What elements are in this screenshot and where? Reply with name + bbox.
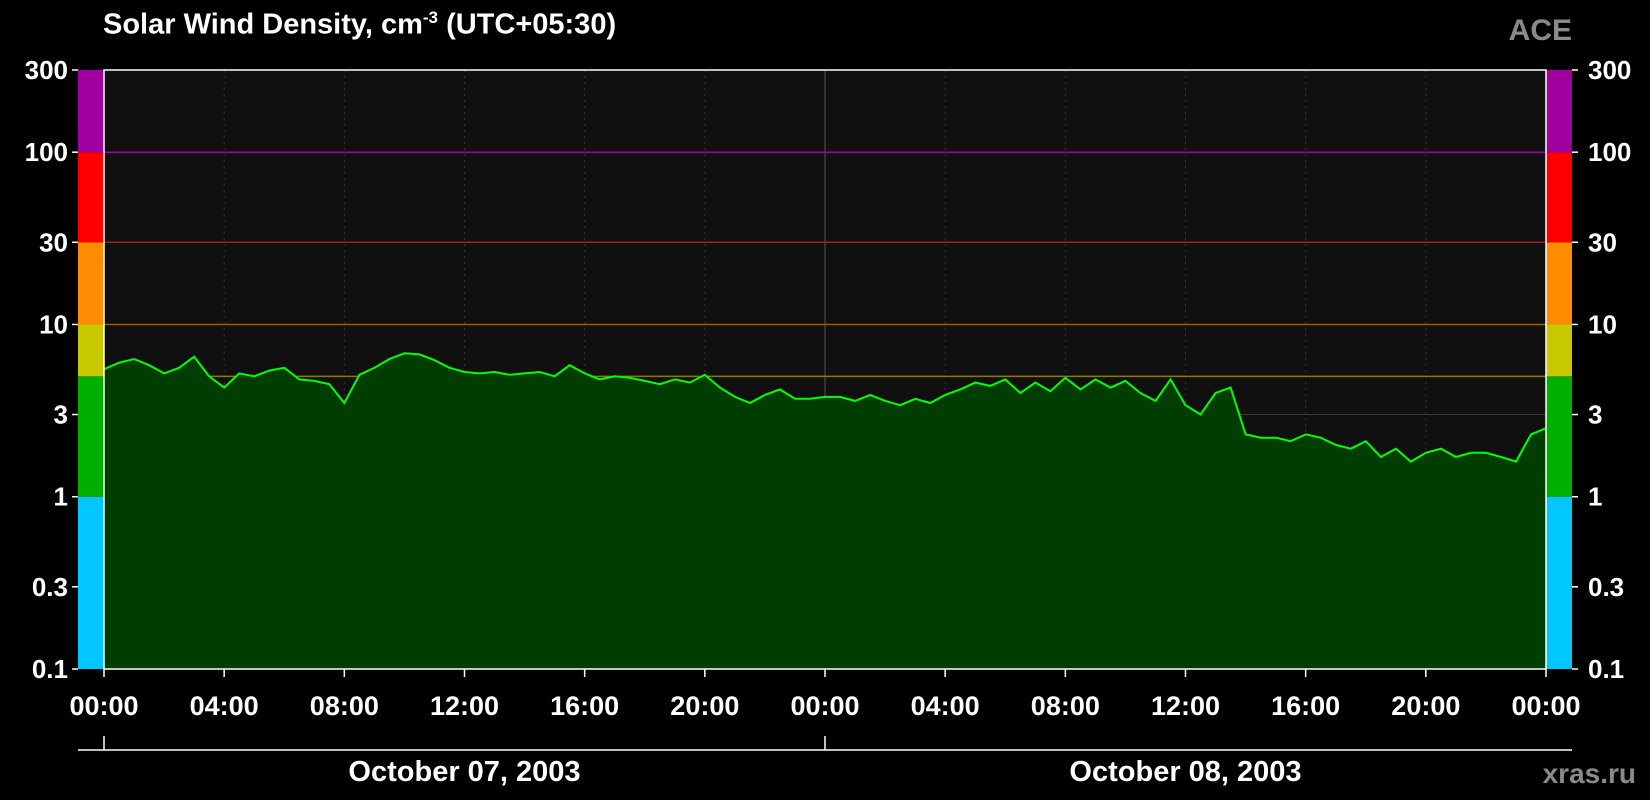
x-tick-label-9: 12:00 (1151, 691, 1220, 721)
x-tick-label-5: 20:00 (670, 691, 739, 721)
y-tick-label-right-2: 1 (1588, 482, 1602, 512)
x-tick-label-1: 04:00 (190, 691, 259, 721)
color-band-right-5 (1546, 70, 1572, 153)
color-band-right-1 (1546, 376, 1572, 497)
date-label-0: October 07, 2003 (348, 756, 580, 788)
x-tick-label-7: 04:00 (911, 691, 980, 721)
y-tick-label-left-7: 300 (25, 55, 68, 85)
color-band-left-5 (78, 70, 104, 153)
color-band-right-2 (1546, 324, 1572, 377)
y-tick-label-right-6: 100 (1588, 137, 1631, 167)
color-band-right-4 (1546, 152, 1572, 243)
color-band-left-0 (78, 496, 104, 669)
color-band-left-1 (78, 376, 104, 497)
y-tick-label-right-5: 30 (1588, 227, 1617, 257)
y-tick-label-left-6: 100 (25, 137, 68, 167)
x-tick-label-8: 08:00 (1031, 691, 1100, 721)
density-chart: 0.1 0.1 0.3 0.3 1 1 3 3 10 10 30 30 100 100 300 300 00:0… (25, 55, 1632, 788)
y-tick-label-right-0: 0.1 (1588, 654, 1624, 684)
x-tick-label-11: 20:00 (1391, 691, 1460, 721)
x-tick-label-12: 00:00 (1511, 691, 1580, 721)
y-tick-label-left-5: 30 (39, 227, 68, 257)
y-tick-label-left-3: 3 (54, 400, 68, 430)
color-band-left-2 (78, 324, 104, 377)
y-tick-label-right-7: 300 (1588, 55, 1631, 85)
color-band-right-3 (1546, 242, 1572, 325)
color-band-left-4 (78, 152, 104, 243)
x-tick-label-4: 16:00 (550, 691, 619, 721)
y-tick-label-right-4: 10 (1588, 309, 1617, 339)
x-tick-label-3: 12:00 (430, 691, 499, 721)
x-tick-label-6: 00:00 (790, 691, 859, 721)
x-tick-label-2: 08:00 (310, 691, 379, 721)
date-label-1: October 08, 2003 (1069, 756, 1301, 788)
x-tick-label-0: 00:00 (69, 691, 138, 721)
y-tick-label-right-1: 0.3 (1588, 572, 1624, 602)
y-tick-label-left-2: 1 (54, 482, 68, 512)
y-tick-label-right-3: 3 (1588, 400, 1602, 430)
y-tick-label-left-4: 10 (39, 309, 68, 339)
y-tick-label-left-1: 0.3 (32, 572, 68, 602)
y-tick-label-left-0: 0.1 (32, 654, 68, 684)
x-tick-label-10: 16:00 (1271, 691, 1340, 721)
color-band-right-0 (1546, 496, 1572, 669)
color-band-left-3 (78, 242, 104, 325)
